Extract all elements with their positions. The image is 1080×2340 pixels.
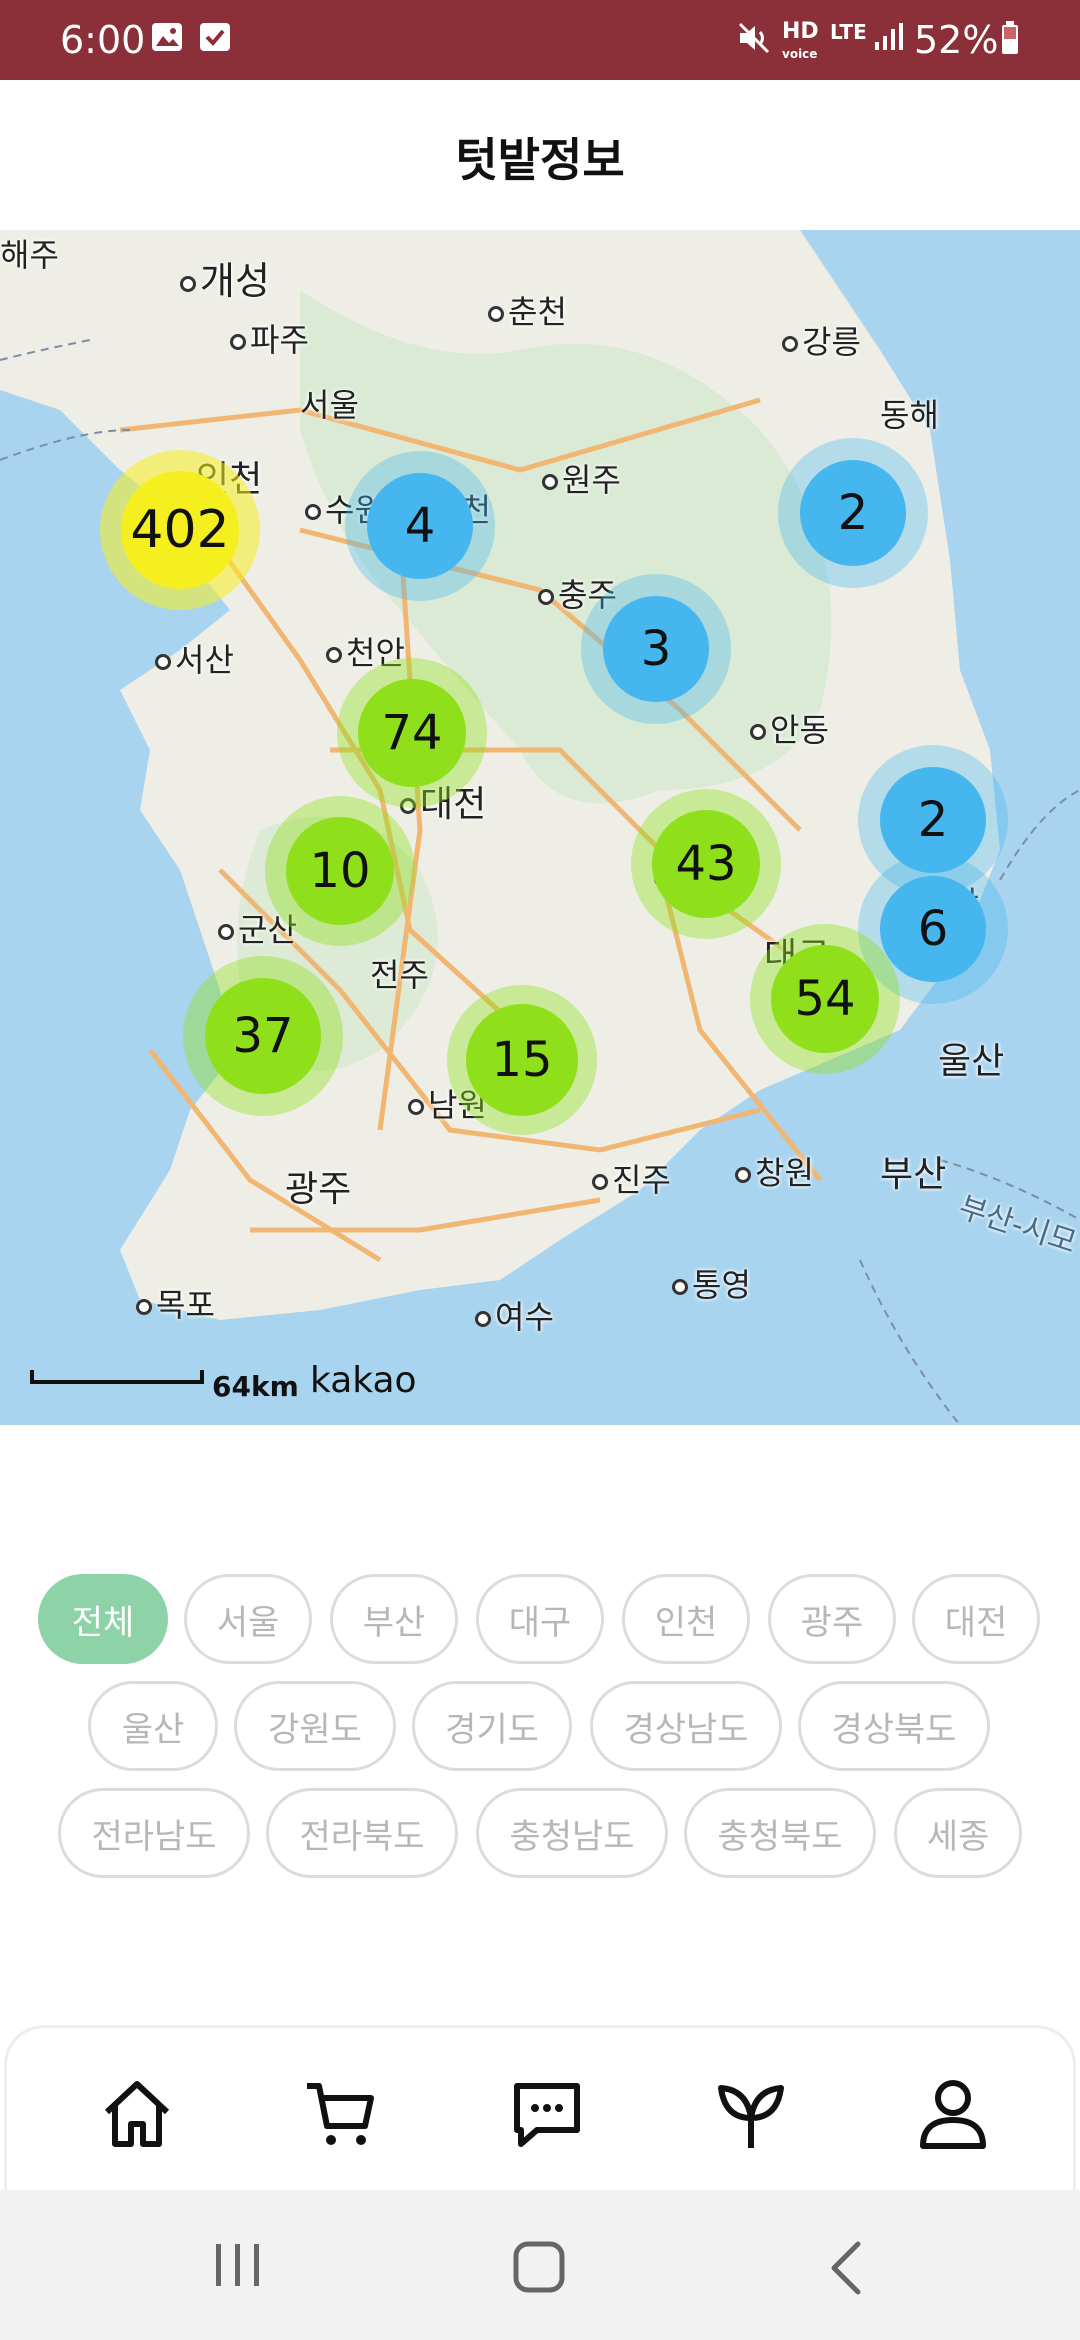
region-chip-busan[interactable]: 부산 <box>330 1574 458 1664</box>
gallery-icon <box>152 23 182 51</box>
cluster-count: 6 <box>917 901 949 957</box>
map-city-label: 동해 <box>880 396 939 434</box>
hd-voice-icon: HD voice <box>782 19 819 62</box>
region-chip-incheon[interactable]: 인천 <box>622 1574 750 1664</box>
map-city-label: 전주 <box>370 956 429 994</box>
map-scale-label: 64km <box>212 1370 299 1403</box>
map-city-label: 강릉 <box>782 317 861 363</box>
map-city-label: 안동 <box>750 705 829 751</box>
region-chip-chungbuk[interactable]: 충청북도 <box>684 1788 876 1878</box>
profile-icon[interactable] <box>913 2074 993 2154</box>
status-time: 6:00 <box>60 18 146 62</box>
recent-apps-icon[interactable] <box>210 2240 266 2290</box>
page-title: 텃밭정보 <box>455 133 625 187</box>
signal-icon <box>875 23 903 50</box>
checkbox-icon <box>200 23 230 51</box>
region-chip-gyeongbuk[interactable]: 경상북도 <box>798 1681 990 1771</box>
home-icon[interactable] <box>97 2074 177 2154</box>
cluster-count: 15 <box>491 1032 553 1088</box>
cluster-count: 10 <box>309 843 371 899</box>
region-chip-gyeonggi[interactable]: 경기도 <box>412 1681 572 1771</box>
cluster-count: 2 <box>917 792 949 848</box>
cluster-count: 37 <box>232 1008 294 1064</box>
battery-level: 52% <box>914 18 999 62</box>
map-city-label: 여수 <box>475 1292 554 1338</box>
cart-icon[interactable] <box>301 2074 381 2154</box>
bottom-nav <box>4 2025 1076 2190</box>
cluster-count: 4 <box>404 498 436 554</box>
map-city-label: 파주 <box>230 315 309 361</box>
map-city-label: 통영 <box>672 1260 751 1306</box>
status-bar: 6:00 HD voice LTE 52% <box>0 0 1080 80</box>
mute-icon <box>738 22 770 54</box>
cluster-count: 54 <box>794 971 856 1027</box>
region-chip-jeonbuk[interactable]: 전라북도 <box>266 1788 458 1878</box>
lte-icon: LTE <box>830 20 867 44</box>
map-view[interactable]: 해주 개성 파주 춘천 강릉 동해 서울 인천 수원 이천 원주 태백 충주 서… <box>0 230 1080 1425</box>
map-city-label: 부산 <box>880 1154 947 1195</box>
map-city-label: 춘천 <box>488 287 567 333</box>
map-city-label: 서울 <box>300 386 359 424</box>
app-header: 텃밭정보 <box>0 80 1080 230</box>
sprout-icon[interactable] <box>711 2074 791 2154</box>
map-city-label: 해주 <box>0 236 59 274</box>
region-chip-jeonnam[interactable]: 전라남도 <box>58 1788 250 1878</box>
region-chip-sejong[interactable]: 세종 <box>894 1788 1022 1878</box>
cluster-count: 43 <box>675 836 737 892</box>
region-chip-ulsan[interactable]: 울산 <box>88 1681 218 1771</box>
map-city-label: 창원 <box>735 1148 814 1194</box>
map-attribution: kakao <box>310 1360 417 1401</box>
map-city-label: 개성 <box>180 250 270 305</box>
map-city-label: 서산 <box>155 635 234 681</box>
region-chip-all[interactable]: 전체 <box>38 1574 168 1664</box>
chat-icon[interactable] <box>507 2074 587 2154</box>
map-scale-bar <box>30 1370 204 1384</box>
back-icon[interactable] <box>822 2240 872 2296</box>
region-chip-gwangju[interactable]: 광주 <box>768 1574 896 1664</box>
map-city-label: 원주 <box>542 455 621 501</box>
cluster-count: 74 <box>381 705 443 761</box>
map-city-label: 광주 <box>285 1169 352 1210</box>
system-nav-bar <box>0 2190 1080 2340</box>
map-city-label: 목포 <box>136 1280 215 1326</box>
region-chip-daejeon[interactable]: 대전 <box>912 1574 1040 1664</box>
region-chip-daegu[interactable]: 대구 <box>476 1574 604 1664</box>
cluster-count: 2 <box>837 485 869 541</box>
home-button-icon[interactable] <box>512 2240 568 2296</box>
cluster-count: 3 <box>640 621 672 677</box>
region-chip-chungnam[interactable]: 충청남도 <box>476 1788 668 1878</box>
region-chip-seoul[interactable]: 서울 <box>184 1574 312 1664</box>
region-chip-gyeongnam[interactable]: 경상남도 <box>590 1681 782 1771</box>
map-city-label: 진주 <box>592 1155 671 1201</box>
battery-icon <box>1002 21 1018 54</box>
map-city-label: 울산 <box>938 1041 1005 1082</box>
region-chip-gangwon[interactable]: 강원도 <box>234 1681 396 1771</box>
cluster-count: 402 <box>130 500 230 560</box>
